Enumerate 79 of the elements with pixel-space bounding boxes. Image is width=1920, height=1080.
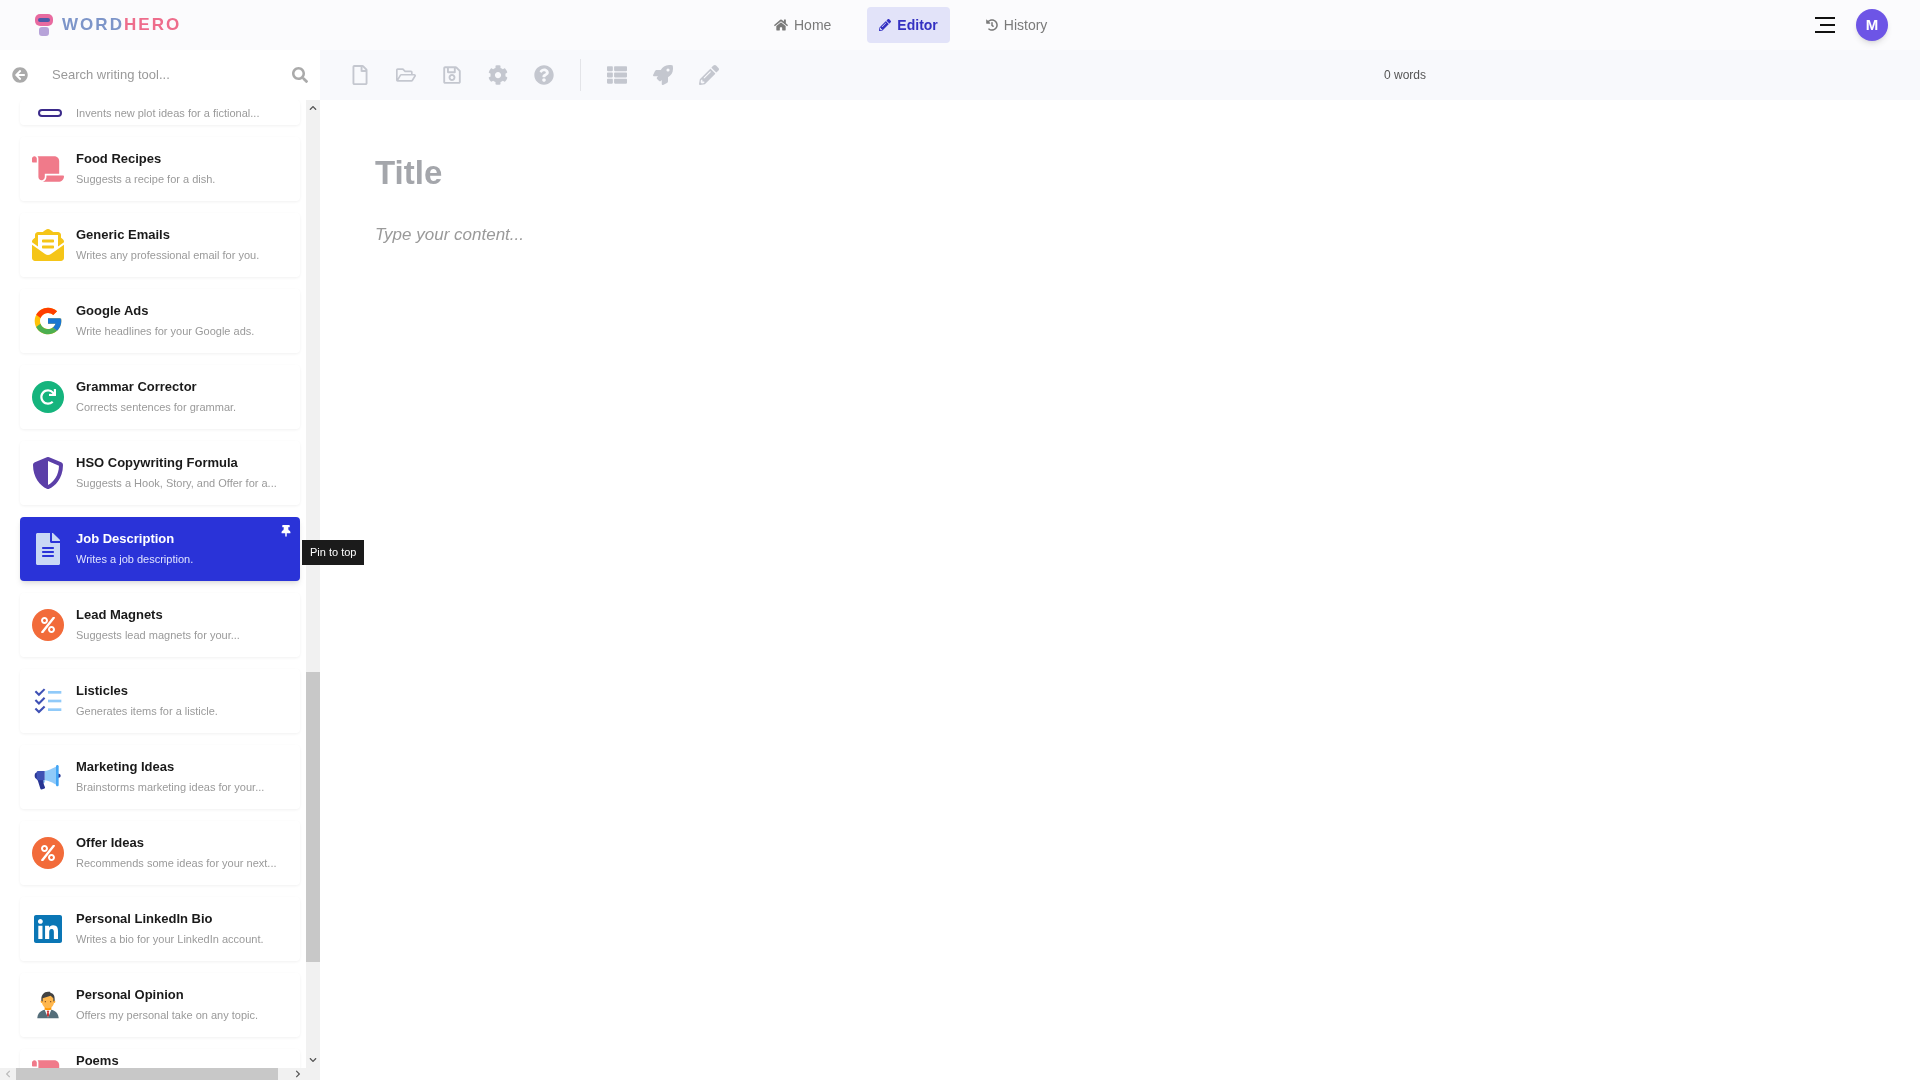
tool-description: Suggests lead magnets for your... (76, 628, 240, 643)
nav-tab[interactable]: Home (762, 7, 844, 43)
shield-icon (32, 457, 64, 489)
tool-description: Writes any professional email for you. (76, 248, 260, 263)
tool-description: Brainstorms marketing ideas for your... (76, 780, 265, 795)
help-icon[interactable] (534, 65, 554, 85)
history-icon (985, 19, 998, 31)
settings-icon[interactable] (488, 65, 508, 85)
search-icon[interactable] (292, 67, 308, 83)
percent-icon (32, 837, 64, 869)
tool-title: Marketing Ideas (76, 759, 176, 775)
tool-card[interactable]: Personal Opinion Offers my personal take on any topic. (20, 973, 300, 1037)
tool-card[interactable]: Marketing Ideas Brainstorms marketing ideas for your... (20, 745, 300, 809)
envelope-icon (32, 229, 64, 261)
tool-description: Writes a job description. (76, 552, 194, 567)
tool-card[interactable]: Google Ads Write headlines for your Google ads. (20, 289, 300, 353)
percent-icon (32, 609, 64, 641)
tool-title: Job Description (76, 531, 176, 547)
horizontal-scrollbar[interactable] (0, 1068, 320, 1080)
tool-title: Grammar Corrector (76, 379, 198, 395)
menu-icon[interactable] (1814, 16, 1836, 34)
robot-logo-icon (32, 12, 56, 38)
scroll-left-icon[interactable] (4, 1070, 12, 1078)
pencil-icon (879, 19, 892, 31)
tool-title: Google Ads (76, 303, 150, 319)
search-field[interactable]: Search writing tool... (52, 65, 280, 85)
list-icon[interactable] (607, 65, 627, 85)
tool-title: Listicles (76, 683, 130, 699)
pin-icon[interactable] (280, 525, 292, 537)
tool-description: Generates items for a listicle. (76, 704, 218, 719)
scroll-up-icon[interactable] (309, 104, 317, 112)
tool-description: Writes a bio for your LinkedIn account. (76, 932, 264, 947)
tool-description: Offers my personal take on any topic. (76, 1008, 258, 1023)
tool-title: Poems (76, 1053, 119, 1068)
tool-description: Suggests a recipe for a dish. (76, 172, 216, 187)
nav-tab[interactable]: History (973, 7, 1060, 43)
tool-card[interactable]: Grammar Corrector Corrects sentences for grammar. (20, 365, 300, 429)
tool-title: Food Recipes (76, 151, 163, 167)
pencil-icon[interactable] (699, 65, 719, 85)
scroll-icon (32, 153, 64, 185)
avatar[interactable]: M (1856, 9, 1888, 41)
home-icon (774, 18, 788, 32)
tool-description: Write headlines for your Google ads. (76, 324, 255, 339)
linkedin-icon (32, 913, 64, 945)
tool-card[interactable]: Personal LinkedIn Bio Writes a bio for your LinkedIn account. (20, 897, 300, 961)
tooltip: Pin to top (302, 540, 365, 565)
tool-title: HSO Copywriting Formula (76, 455, 239, 471)
tool-description: Recommends some ideas for your next... (76, 856, 277, 871)
scroll-right-icon[interactable] (294, 1070, 302, 1078)
tool-description: Corrects sentences for grammar. (76, 400, 237, 415)
tool-card[interactable]: Job Description Writes a job description. (20, 517, 300, 581)
rocket-icon[interactable] (653, 65, 673, 85)
tool-title: Generic Emails (76, 227, 171, 243)
google-icon (32, 305, 64, 337)
nav-tab[interactable]: Editor (867, 7, 950, 43)
tool-card[interactable]: HSO Copywriting Formula Suggests a Hook, Story, and Offer for a... (20, 441, 300, 505)
tool-title: Offer Ideas (76, 835, 145, 851)
tool-description: Suggests a Hook, Story, and Offer for a... (76, 476, 277, 491)
scroll-down-icon[interactable] (309, 1056, 317, 1064)
tool-card[interactable]: Food Recipes Suggests a recipe for a dish. (20, 137, 300, 201)
save-icon[interactable] (442, 65, 462, 85)
grammar-icon (32, 381, 64, 413)
back-icon[interactable] (12, 67, 28, 83)
logo-text: WORDHERO (62, 14, 182, 37)
tool-card[interactable]: Poems (20, 1049, 300, 1068)
tool-title: Personal LinkedIn Bio (76, 911, 214, 927)
tool-card[interactable]: Listicles Generates items for a listicle. (20, 669, 300, 733)
tool-card[interactable]: Offer Ideas Recommends some ideas for your next... (20, 821, 300, 885)
bar-icon (38, 108, 62, 117)
tool-card[interactable]: Generic Emails Writes any professional email for you. (20, 213, 300, 277)
folder-icon[interactable] (396, 65, 416, 85)
tool-description: Invents new plot ideas for a fictional... (76, 105, 260, 121)
tool-title: Personal Opinion (76, 987, 185, 1003)
content-field[interactable]: Type your content... (375, 221, 1175, 247)
title-field[interactable]: Title (375, 148, 1175, 198)
tool-card[interactable]: Lead Magnets Suggests lead magnets for your... (20, 593, 300, 657)
word-count: 0 words (1384, 67, 1427, 84)
tool-title: Lead Magnets (76, 607, 164, 623)
new-file-icon[interactable] (350, 65, 370, 85)
